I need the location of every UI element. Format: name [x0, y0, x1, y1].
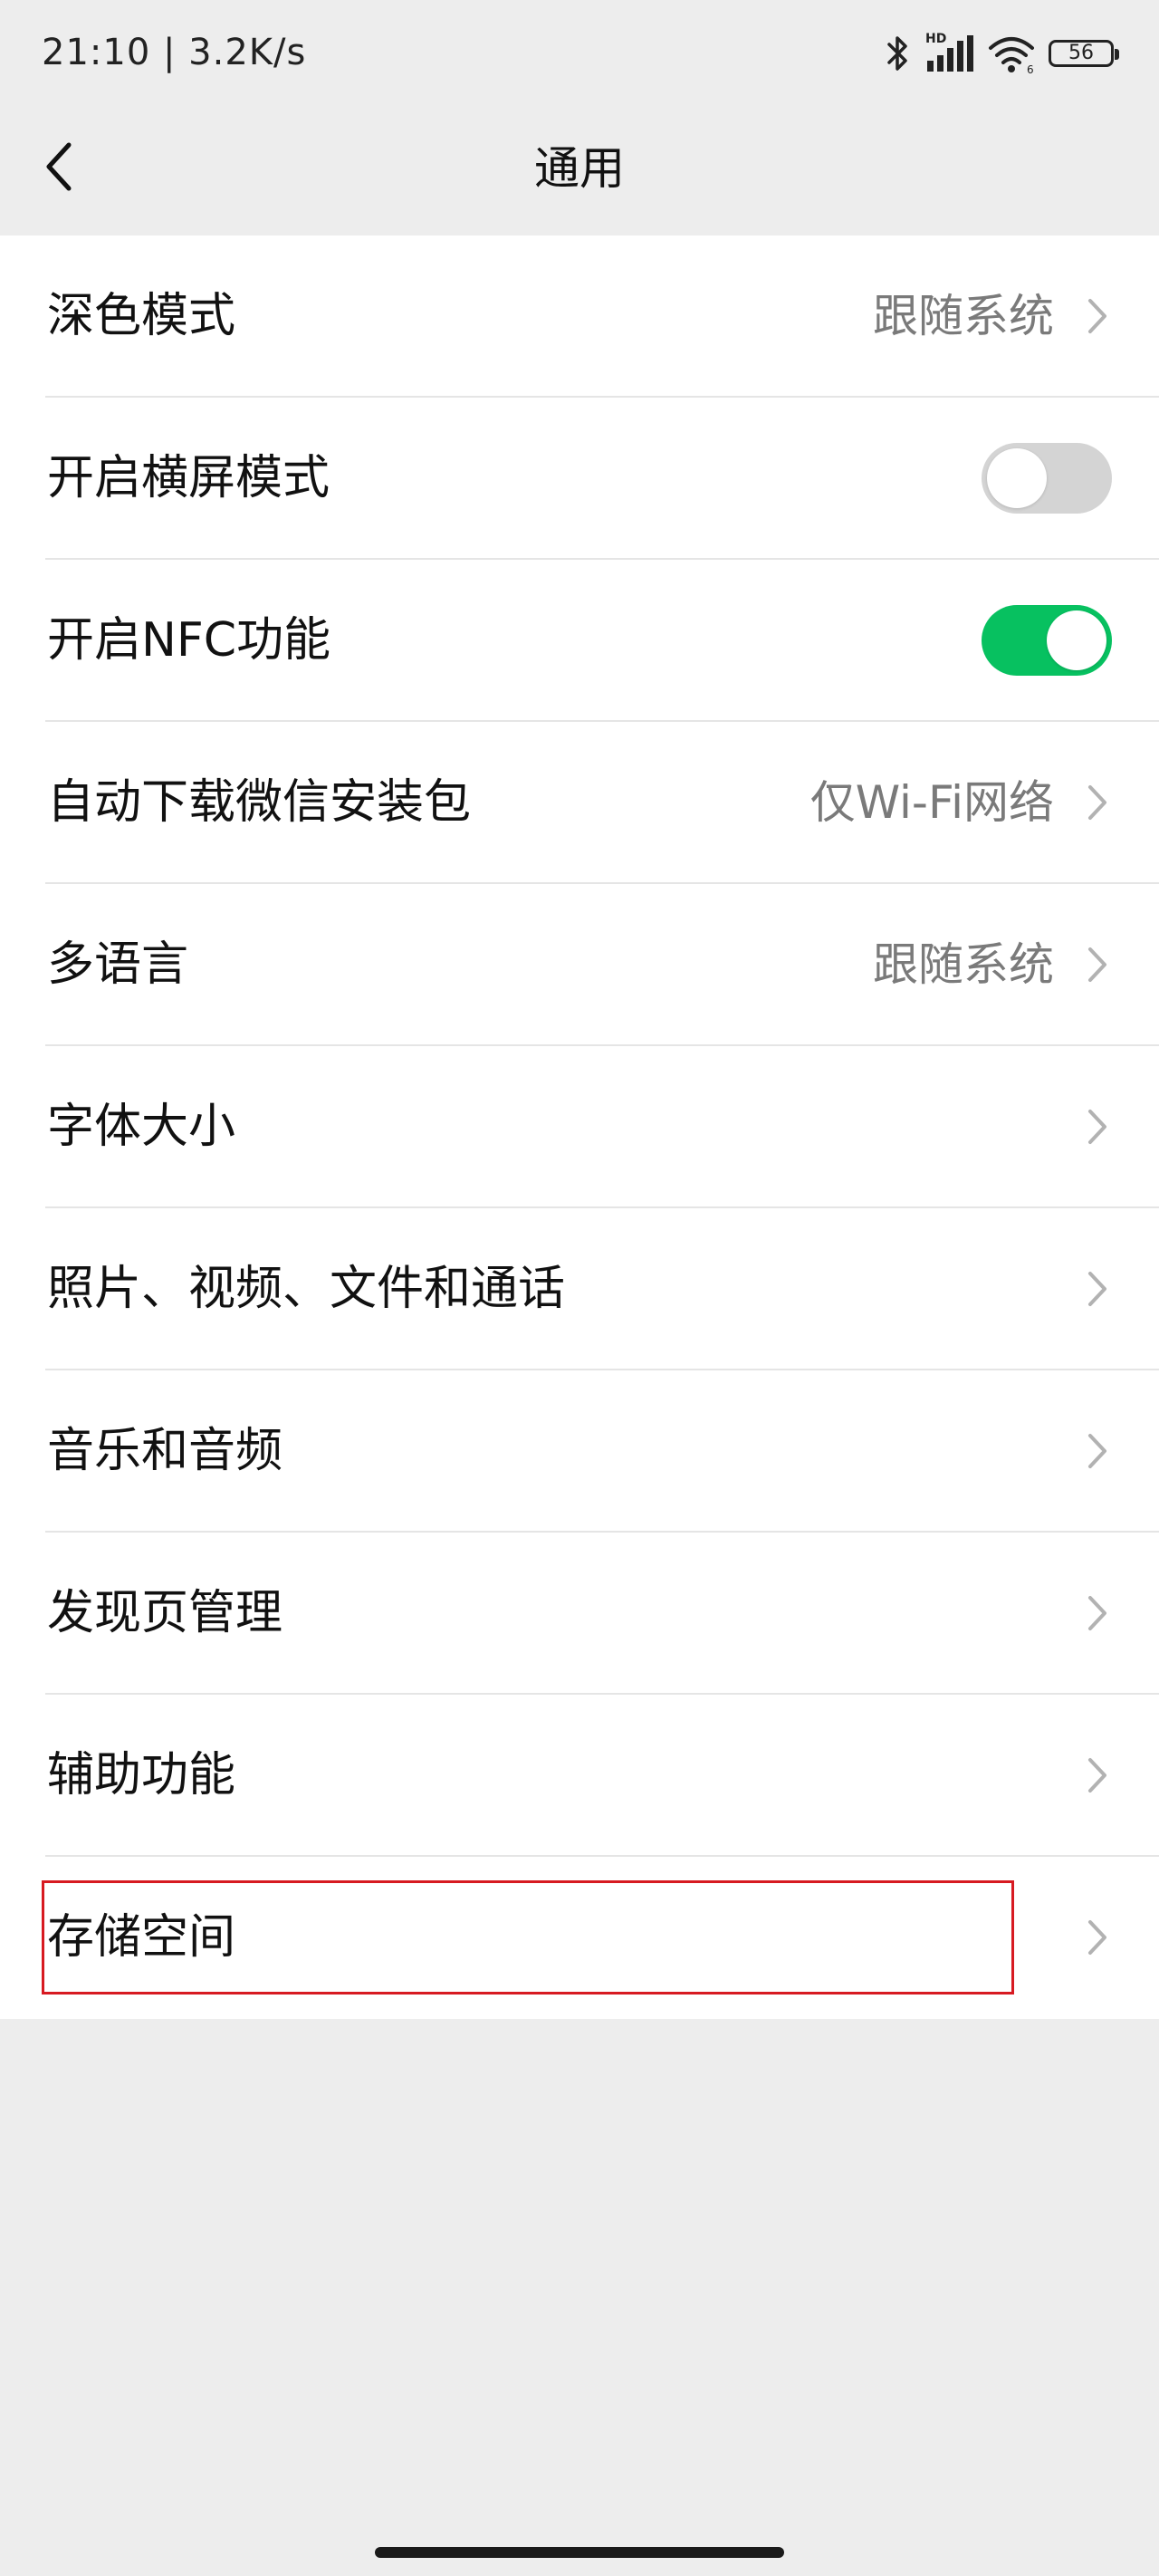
- setting-value: 仅Wi-Fi网络: [809, 776, 1054, 829]
- setting-font-size[interactable]: 字体大小: [0, 1046, 1159, 1208]
- setting-label: 字体大小: [47, 1100, 236, 1154]
- setting-label: 照片、视频、文件和通话: [47, 1262, 566, 1316]
- toggle-knob: [987, 448, 1047, 508]
- chevron-right-icon: [1088, 1434, 1106, 1468]
- setting-auto-download[interactable]: 自动下载微信安装包 仅Wi-Fi网络: [0, 722, 1159, 884]
- setting-value: 跟随系统: [873, 938, 1054, 991]
- setting-discover-management[interactable]: 发现页管理: [0, 1533, 1159, 1695]
- setting-label: 自动下载微信安装包: [47, 775, 472, 830]
- setting-label: 开启横屏模式: [47, 451, 330, 505]
- setting-landscape-mode: 开启横屏模式: [0, 398, 1159, 560]
- setting-label: 存储空间: [47, 1910, 236, 1965]
- chevron-right-icon: [1088, 1110, 1106, 1144]
- status-time-speed: 21:10 | 3.2K/s: [42, 32, 307, 73]
- toggle-knob: [1047, 610, 1106, 670]
- battery-icon: 56: [1049, 40, 1119, 67]
- chevron-right-icon: [1088, 1596, 1106, 1630]
- setting-music-audio[interactable]: 音乐和音频: [0, 1370, 1159, 1533]
- chevron-right-icon: [1088, 299, 1106, 333]
- setting-storage[interactable]: 存储空间: [0, 1857, 1159, 2019]
- setting-label: 多语言: [47, 937, 189, 992]
- status-bar: 21:10 | 3.2K/s HD 6 56: [0, 0, 1159, 103]
- landscape-toggle[interactable]: [982, 443, 1112, 514]
- setting-nfc: 开启NFC功能: [0, 560, 1159, 722]
- chevron-right-icon: [1088, 1758, 1106, 1793]
- wifi-icon: 6: [987, 34, 1036, 73]
- chevron-right-icon: [1088, 1920, 1106, 1955]
- setting-value: 跟随系统: [873, 290, 1054, 342]
- setting-label: 音乐和音频: [47, 1424, 283, 1478]
- setting-accessibility[interactable]: 辅助功能: [0, 1695, 1159, 1857]
- status-icons: HD 6 56: [886, 31, 1119, 76]
- settings-list: 深色模式 跟随系统 开启横屏模式 开启NFC功能 自动下载微信安装包 仅Wi-F…: [0, 235, 1159, 2019]
- setting-label: 发现页管理: [47, 1586, 283, 1640]
- nav-bar: 通用: [0, 103, 1159, 235]
- setting-dark-mode[interactable]: 深色模式 跟随系统: [0, 235, 1159, 398]
- signal-icon: HD: [924, 32, 974, 73]
- nfc-toggle[interactable]: [982, 605, 1112, 676]
- setting-label: 辅助功能: [47, 1748, 236, 1802]
- chevron-right-icon: [1088, 1272, 1106, 1306]
- setting-language[interactable]: 多语言 跟随系统: [0, 884, 1159, 1046]
- battery-level: 56: [1068, 42, 1094, 64]
- setting-media-files[interactable]: 照片、视频、文件和通话: [0, 1208, 1159, 1370]
- chevron-right-icon: [1088, 947, 1106, 982]
- setting-label: 开启NFC功能: [47, 613, 331, 668]
- page-title: 通用: [534, 142, 625, 195]
- bluetooth-icon: [886, 34, 911, 73]
- hd-badge: HD: [925, 32, 947, 46]
- setting-label: 深色模式: [47, 289, 236, 343]
- chevron-right-icon: [1088, 785, 1106, 820]
- svg-text:6: 6: [1027, 63, 1034, 73]
- home-indicator[interactable]: [375, 2547, 784, 2558]
